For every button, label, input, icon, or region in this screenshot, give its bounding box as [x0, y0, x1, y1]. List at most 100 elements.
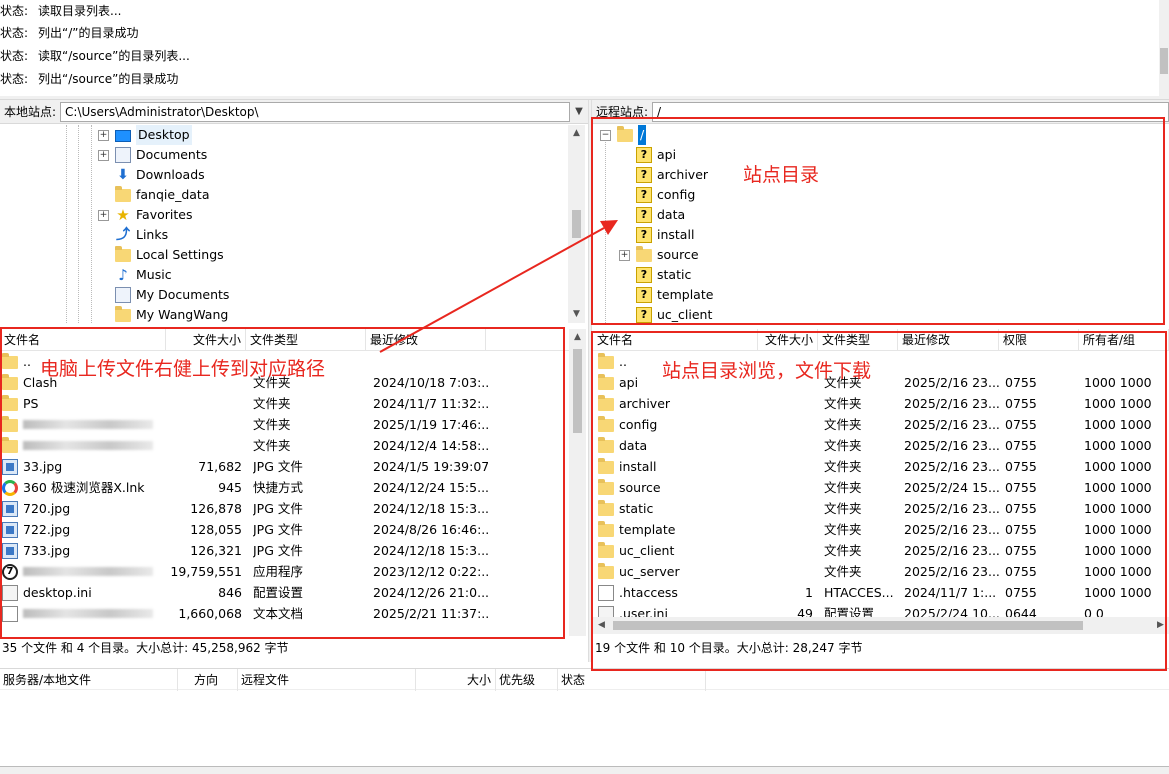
queue-column-priority[interactable]: 优先级	[496, 669, 558, 691]
tree-item-uc-client[interactable]: ? uc_client	[619, 305, 712, 323]
folder-icon	[115, 186, 131, 202]
tree-item-root[interactable]: − /	[600, 125, 647, 145]
tree-item-static[interactable]: ? static	[619, 265, 691, 285]
column-header-type[interactable]: 文件类型	[246, 329, 366, 351]
unknown-folder-icon: ?	[636, 227, 652, 243]
scroll-up-icon[interactable]: ▲	[569, 329, 586, 346]
file-name-cell	[2, 414, 166, 435]
file-owner: 1000 1000	[1084, 564, 1152, 579]
file-owner: 1000 1000	[1084, 438, 1152, 453]
column-header-name[interactable]: 文件名	[593, 329, 758, 351]
tree-item-my-documents[interactable]: My Documents	[98, 285, 229, 305]
tree-item-config[interactable]: ? config	[619, 185, 695, 205]
table-row[interactable]: 文件夹 2025/1/19 17:46:...	[0, 414, 569, 435]
file-size	[758, 456, 813, 477]
table-row[interactable]: 7 19,759,551 应用程序 2023/12/12 0:22:...	[0, 561, 569, 582]
annotation-site-browse: 站点目录浏览，文件下载	[662, 360, 872, 382]
collapse-icon[interactable]: −	[600, 129, 611, 141]
table-row[interactable]: .htaccess 1 HTACCES... 2024/11/7 1:... 0755 1…	[593, 582, 1169, 603]
file-type: 文件夹	[824, 480, 862, 495]
table-row[interactable]: 文件夹 2024/12/4 14:58:...	[0, 435, 569, 456]
table-row[interactable]: install 文件夹 2025/2/16 23... 0755 1000 1000	[593, 456, 1169, 477]
file-name-cell: source	[598, 477, 758, 498]
queue-column-file[interactable]: 服务器/本地文件	[0, 669, 178, 691]
tree-item-label: static	[657, 267, 692, 282]
column-header-type[interactable]: 文件类型	[818, 329, 898, 351]
table-row[interactable]: .user.ini 49 配置设置 2025/2/24 10... 0644 0 0	[593, 603, 1169, 618]
table-row[interactable]: archiver 文件夹 2025/2/16 23... 0755 1000 1000	[593, 393, 1169, 414]
queue-tabs[interactable]	[0, 766, 1169, 774]
tree-item-favorites[interactable]: + ★ Favorites	[98, 205, 192, 225]
table-row[interactable]: 360 极速浏览器X.lnk 945 快捷方式 2024/12/24 15:5...	[0, 477, 569, 498]
queue-column-remote-file[interactable]: 远程文件	[238, 669, 416, 691]
log-scrollbar[interactable]	[1159, 0, 1169, 96]
column-header-size[interactable]: 文件大小	[758, 329, 818, 351]
remote-path-input[interactable]: /	[652, 101, 1169, 122]
tree-item-links[interactable]: ⤴ Links	[98, 225, 168, 245]
local-path-input[interactable]: C:\Users\Administrator\Desktop\	[60, 101, 570, 122]
table-row[interactable]: template 文件夹 2025/2/16 23... 0755 1000 1000	[593, 519, 1169, 540]
file-modified: 2025/2/16 23...	[904, 375, 999, 390]
column-header-permissions[interactable]: 权限	[999, 329, 1079, 351]
table-row[interactable]: config 文件夹 2025/2/16 23... 0755 1000 1000	[593, 414, 1169, 435]
file-modified: 2024/12/18 15:3...	[373, 501, 488, 516]
tree-item-desktop[interactable]: + Desktop	[98, 125, 192, 145]
column-header-name[interactable]: 文件名	[0, 329, 166, 351]
ini-file-icon	[2, 584, 18, 601]
scroll-down-icon[interactable]: ▼	[568, 306, 585, 323]
local-tree-scrollbar[interactable]: ▲ ▼	[568, 125, 585, 323]
tree-item-fanqie-data[interactable]: fanqie_data	[98, 185, 210, 205]
table-row[interactable]: 720.jpg 126,878 JPG 文件 2024/12/18 15:3...	[0, 498, 569, 519]
file-owner: 1000 1000	[1084, 459, 1152, 474]
table-row[interactable]: uc_server 文件夹 2025/2/16 23... 0755 1000 1000	[593, 561, 1169, 582]
table-row[interactable]: PS 文件夹 2024/11/7 11:32:...	[0, 393, 569, 414]
expand-icon[interactable]: +	[98, 129, 109, 141]
scroll-left-icon[interactable]: ◀	[593, 617, 610, 634]
expand-icon[interactable]: +	[619, 249, 630, 261]
tree-item-install[interactable]: ? install	[619, 225, 694, 245]
table-row[interactable]: uc_client 文件夹 2025/2/16 23... 0755 1000 1000	[593, 540, 1169, 561]
table-row[interactable]: 722.jpg 128,055 JPG 文件 2024/8/26 16:46:...	[0, 519, 569, 540]
image-icon	[2, 542, 18, 559]
column-header-modified[interactable]: 最近修改	[898, 329, 999, 351]
tree-item-template[interactable]: ? template	[619, 285, 713, 305]
expand-icon[interactable]: +	[98, 149, 109, 161]
tree-item-documents[interactable]: + Documents	[98, 145, 207, 165]
tree-item-my-wangwang[interactable]: My WangWang	[98, 305, 228, 323]
scroll-right-icon[interactable]: ▶	[1152, 617, 1169, 634]
expand-icon[interactable]: +	[98, 209, 109, 221]
tree-item-downloads[interactable]: ⬇ Downloads	[98, 165, 205, 185]
file-modified: 2025/2/16 23...	[904, 522, 999, 537]
column-header-modified[interactable]: 最近修改	[366, 329, 486, 351]
tree-item-data[interactable]: ? data	[619, 205, 685, 225]
scroll-up-icon[interactable]: ▲	[568, 125, 585, 142]
local-list-scrollbar[interactable]: ▲	[569, 329, 586, 636]
tree-item-api[interactable]: ? api	[619, 145, 676, 165]
table-row[interactable]: 33.jpg 71,682 JPG 文件 2024/1/5 19:39:07	[0, 456, 569, 477]
table-row[interactable]: desktop.ini 846 配置设置 2024/12/26 21:0...	[0, 582, 569, 603]
table-row[interactable]: 733.jpg 126,321 JPG 文件 2024/12/18 15:3...	[0, 540, 569, 561]
chevron-down-icon[interactable]: ▼	[570, 106, 588, 117]
column-header-owner[interactable]: 所有者/组	[1079, 329, 1169, 351]
remote-status: 19 个文件 和 10 个目录。大小总计: 28,247 字节	[593, 637, 1169, 659]
tree-item-music[interactable]: ♪ Music	[98, 265, 172, 285]
table-row[interactable]: source 文件夹 2025/2/24 15... 0755 1000 1000	[593, 477, 1169, 498]
vertical-splitter[interactable]	[588, 100, 592, 662]
file-name-cell: template	[598, 519, 758, 540]
file-modified: 2024/12/24 15:5...	[373, 480, 488, 495]
tree-item-local-settings[interactable]: Local Settings	[98, 245, 224, 265]
queue-column-size[interactable]: 大小	[416, 669, 496, 691]
queue-column-status[interactable]: 状态	[558, 669, 706, 691]
tree-item-archiver[interactable]: ? archiver	[619, 165, 708, 185]
file-size: 128,055	[190, 522, 242, 537]
queue-column-direction[interactable]: 方向	[178, 669, 238, 691]
table-row[interactable]: static 文件夹 2025/2/16 23... 0755 1000 1000	[593, 498, 1169, 519]
table-row[interactable]: data 文件夹 2025/2/16 23... 0755 1000 1000	[593, 435, 1169, 456]
table-row[interactable]: 1,660,068 文本文档 2025/2/21 11:37:...	[0, 603, 569, 624]
folder-icon	[598, 499, 614, 516]
tree-item-source[interactable]: + source	[619, 245, 699, 265]
column-header-size[interactable]: 文件大小	[166, 329, 246, 351]
file-modified: 2025/2/16 23...	[904, 564, 999, 579]
remote-list-hscrollbar[interactable]: ◀ ▶	[593, 617, 1169, 634]
file-name: 360 极速浏览器X.lnk	[23, 480, 145, 495]
